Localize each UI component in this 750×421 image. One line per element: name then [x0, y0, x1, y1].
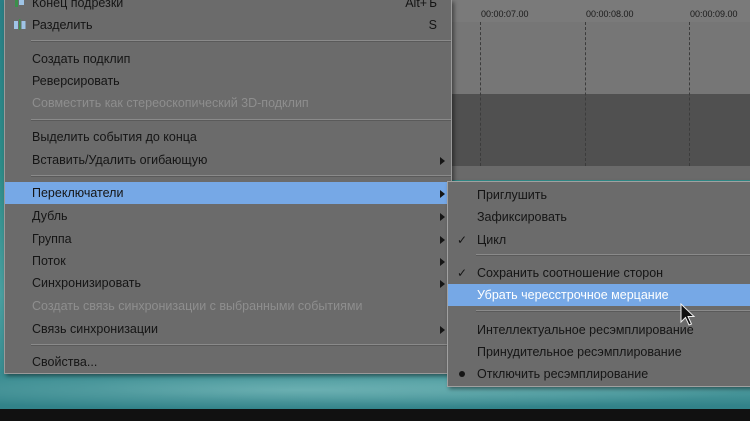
- submenu-item-label: Отключить ресэмплирование: [477, 367, 649, 381]
- menu-item-label: Синхронизировать: [32, 276, 141, 290]
- submenu-item-label: Убрать чересстрочное мерцание: [477, 288, 669, 302]
- submenu-item-reduce-interlace-flicker[interactable]: Убрать чересстрочное мерцание: [448, 284, 750, 306]
- submenu-item-label: Интеллектуальное ресэмплирование: [477, 323, 694, 337]
- menu-item-trim-end[interactable]: Конец подрезки Alt+Ъ: [5, 0, 451, 14]
- context-menu: Конец подрезки Alt+Ъ Разделить S Создать…: [4, 0, 452, 374]
- menu-item-sync-link[interactable]: Связь синхронизации: [5, 318, 451, 340]
- submenu-item-mute[interactable]: Приглушить: [448, 184, 750, 206]
- trim-end-icon: [15, 0, 24, 7]
- split-icon: [14, 19, 26, 30]
- radio-dot-icon: [459, 371, 465, 377]
- video-track[interactable]: [450, 22, 750, 94]
- menu-item-label: Разделить: [32, 18, 93, 32]
- menu-item-stereo-3d-subclip: Совместить как стереоскопический 3D-подк…: [5, 92, 451, 114]
- menu-item-select-to-end[interactable]: Выделить события до конца: [5, 126, 451, 148]
- menu-separator: [31, 119, 451, 121]
- submenu-item-label: Приглушить: [477, 188, 547, 202]
- menu-item-label: Создать подклип: [32, 52, 131, 66]
- menu-item-reverse[interactable]: Реверсировать: [5, 70, 451, 92]
- time-ruler[interactable]: 00:00:07.00 00:00:08.00 00:00:09.00: [450, 0, 750, 23]
- time-gridline: [689, 22, 690, 166]
- time-gridline: [480, 22, 481, 166]
- mouse-pointer-icon: [680, 303, 696, 326]
- submenu-item-smart-resample[interactable]: Интеллектуальное ресэмплирование: [448, 319, 750, 341]
- submenu-arrow-icon: [440, 190, 445, 198]
- menu-item-label: Совместить как стереоскопический 3D-подк…: [32, 96, 309, 110]
- menu-item-create-subclip[interactable]: Создать подклип: [5, 48, 451, 70]
- menu-separator: [476, 254, 750, 256]
- ruler-label: 00:00:09.00: [690, 9, 738, 19]
- shortcut-label: S: [428, 18, 437, 32]
- shortcut-label: Alt+Ъ: [405, 0, 437, 10]
- menu-item-switches[interactable]: Переключатели: [5, 182, 451, 204]
- submenu-item-lock[interactable]: Зафиксировать: [448, 206, 750, 228]
- menu-separator: [476, 310, 750, 312]
- submenu-item-maintain-aspect[interactable]: ✓ Сохранить соотношение сторон: [448, 262, 750, 284]
- menu-item-create-sync-link: Создать связь синхронизации с выбранными…: [5, 295, 451, 317]
- menu-item-split[interactable]: Разделить S: [5, 14, 451, 36]
- checkmark-icon: ✓: [457, 266, 468, 280]
- menu-item-label: Свойства...: [32, 355, 98, 369]
- menu-item-group[interactable]: Группа: [5, 228, 451, 250]
- taskbar: [0, 409, 750, 421]
- submenu-arrow-icon: [440, 213, 445, 221]
- submenu-item-label: Цикл: [477, 233, 507, 247]
- menu-item-label: Реверсировать: [32, 74, 120, 88]
- ruler-label: 00:00:08.00: [586, 9, 634, 19]
- switches-submenu: Приглушить Зафиксировать ✓ Цикл ✓ Сохран…: [447, 181, 750, 387]
- submenu-arrow-icon: [440, 326, 445, 334]
- menu-item-label: Переключатели: [32, 186, 124, 200]
- menu-item-label: Группа: [32, 232, 72, 246]
- menu-item-synchronize[interactable]: Синхронизировать: [5, 272, 451, 294]
- submenu-item-label: Зафиксировать: [477, 210, 567, 224]
- submenu-item-loop[interactable]: ✓ Цикл: [448, 229, 750, 251]
- menu-separator: [31, 344, 451, 346]
- menu-item-label: Конец подрезки: [32, 0, 124, 10]
- menu-item-label: Вставить/Удалить огибающую: [32, 153, 208, 167]
- timeline-panel: 00:00:07.00 00:00:08.00 00:00:09.00: [450, 0, 750, 180]
- menu-separator: [31, 40, 451, 42]
- submenu-arrow-icon: [440, 280, 445, 288]
- menu-item-take[interactable]: Дубль: [5, 205, 451, 227]
- menu-item-properties[interactable]: Свойства...: [5, 351, 451, 373]
- menu-item-stream[interactable]: Поток: [5, 250, 451, 272]
- submenu-item-force-resample[interactable]: Принудительное ресэмплирование: [448, 341, 750, 363]
- submenu-item-label: Сохранить соотношение сторон: [477, 266, 664, 280]
- menu-item-label: Выделить события до конца: [32, 130, 197, 144]
- menu-item-label: Создать связь синхронизации с выбранными…: [32, 299, 363, 313]
- ruler-label: 00:00:07.00: [481, 9, 529, 19]
- track-footer: [450, 166, 750, 180]
- menu-item-label: Дубль: [32, 209, 68, 223]
- menu-separator: [31, 175, 451, 177]
- menu-item-label: Связь синхронизации: [32, 322, 158, 336]
- time-gridline: [585, 22, 586, 166]
- submenu-arrow-icon: [440, 258, 445, 266]
- menu-item-label: Поток: [32, 254, 66, 268]
- submenu-item-disable-resample[interactable]: Отключить ресэмплирование: [448, 363, 750, 385]
- submenu-arrow-icon: [440, 157, 445, 165]
- checkmark-icon: ✓: [457, 233, 468, 247]
- audio-track[interactable]: [450, 94, 750, 166]
- submenu-arrow-icon: [440, 236, 445, 244]
- menu-item-envelope[interactable]: Вставить/Удалить огибающую: [5, 149, 451, 171]
- submenu-item-label: Принудительное ресэмплирование: [477, 345, 682, 359]
